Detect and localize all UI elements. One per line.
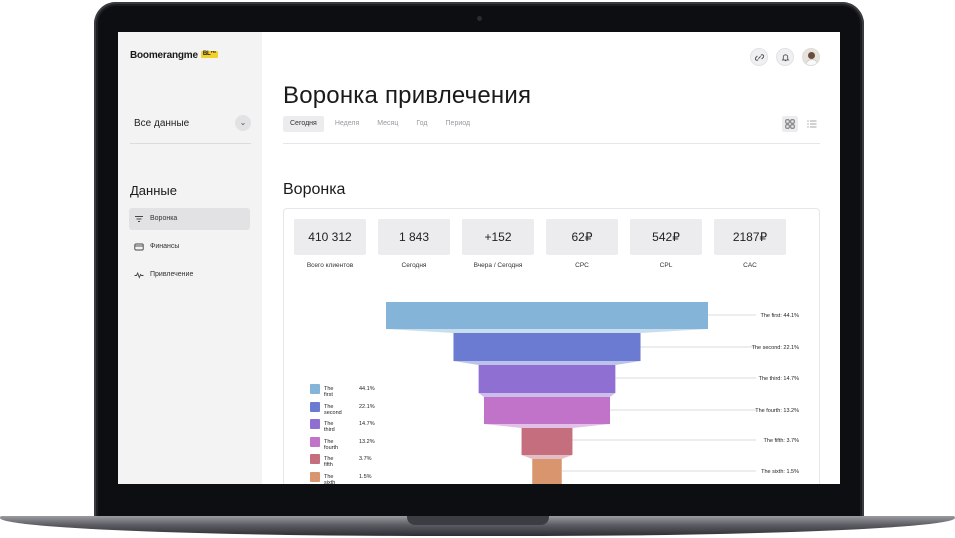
sidebar-item-funnel[interactable]: Воронка [129,208,250,230]
funnel-panel: 410 312 Всего клиентов 1 843 Сегодня +15… [283,208,820,484]
funnel-bar[interactable] [386,302,708,329]
legend-label: The first [324,386,334,398]
legend-swatch [310,401,320,412]
logo-badge: BL™ [200,51,219,58]
laptop-bezel-bottom [118,484,840,506]
main-content: Воронка привлечения Сегодня Неделя Месяц… [262,32,840,484]
tab-period[interactable]: Период [439,116,478,132]
legend-label: The fifth [324,456,334,469]
pulse-icon [134,271,144,279]
data-label: The fourth: 13.2% [755,408,799,414]
funnel-bar[interactable] [521,428,573,455]
legend-value: 13.2% [359,438,375,445]
funnel-bar[interactable] [483,397,611,424]
sidebar-nav: Воронка Финансы Привлечение [129,208,250,292]
link-icon[interactable] [750,48,768,66]
tab-year[interactable]: Год [409,116,434,132]
header-actions [750,48,820,66]
tab-today[interactable]: Сегодня [283,116,324,132]
legend-swatch [310,454,320,465]
card-icon [134,243,144,251]
legend-value: 14.7% [359,421,375,428]
data-label: The third: 14.7% [759,376,799,382]
bell-icon[interactable] [776,48,794,66]
sidebar-item-label: Привлечение [150,271,194,278]
period-tabs: Сегодня Неделя Месяц Год Период [283,116,477,132]
funnel-connector [478,393,616,397]
avatar-head [808,52,815,59]
funnel-connector [483,424,611,428]
data-label: The second: 22.1% [752,345,800,351]
sidebar-item-label: Финансы [150,243,180,250]
funnel-connector [386,329,708,333]
funnel-connector [453,361,641,365]
divider [283,143,820,144]
legend-swatch [310,384,320,394]
legend-label: The sixth [324,473,336,484]
chevron-down-icon[interactable]: ⌄ [235,115,251,131]
legend-label: The fourth [324,438,339,451]
app-logo[interactable]: Boomerangme BL™ [130,50,219,61]
data-selector-label: Все данные [134,118,190,129]
data-selector[interactable]: Все данные ⌄ [130,114,251,144]
legend-swatch [310,471,320,482]
view-toggle [782,116,820,132]
legend-swatch [310,419,320,430]
avatar[interactable] [802,48,820,66]
legend-value: 44.1% [359,386,375,392]
funnel-bar[interactable] [453,333,641,361]
sidebar-item-acquisition[interactable]: Привлечение [129,264,250,286]
funnel-connector [521,455,573,459]
data-label: The fifth: 3.7% [764,438,800,444]
legend-value: 3.7% [359,456,372,463]
sidebar-item-finance[interactable]: Финансы [129,236,250,258]
funnel-bar[interactable] [478,365,616,393]
legend-label: The second [324,403,342,416]
section-title: Воронка [283,181,346,198]
legend-swatch [310,436,320,447]
camera-icon [477,16,482,21]
grid-view-icon[interactable] [782,116,798,132]
data-label: The sixth: 1.5% [761,469,799,475]
laptop-mockup: Boomerangme BL™ Все данные ⌄ Данные Ворон… [0,0,955,538]
list-view-icon[interactable] [804,116,820,132]
sidebar: Boomerangme BL™ Все данные ⌄ Данные Ворон… [118,32,262,484]
data-label: The first: 44.1% [760,313,799,319]
filter-icon [135,216,143,222]
tab-month[interactable]: Месяц [370,116,405,132]
tab-week[interactable]: Неделя [328,116,366,132]
avatar-body [805,59,819,65]
page-title: Воронка привлечения [283,82,532,109]
sidebar-item-label: Воронка [150,215,178,222]
app-screen: Boomerangme BL™ Все данные ⌄ Данные Ворон… [118,32,840,484]
funnel-bar[interactable] [532,459,562,484]
legend-label: The third [324,421,335,434]
sidebar-heading: Данные [130,183,177,198]
laptop-notch [407,516,549,525]
legend-value: 1.5% [359,473,372,480]
legend-value: 22.1% [359,403,375,410]
